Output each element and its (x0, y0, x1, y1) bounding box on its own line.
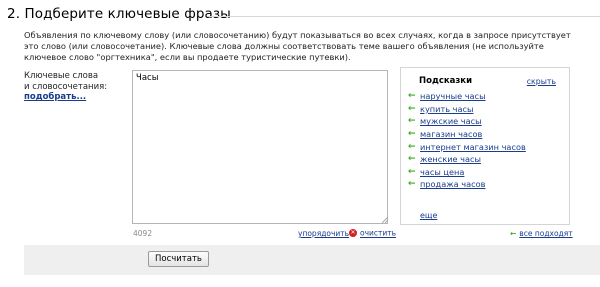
section-divider (207, 16, 600, 17)
hint-item-label[interactable]: купить часы (420, 104, 473, 114)
section-description: Объявления по ключевому слову (или слово… (24, 30, 571, 62)
action-bar (24, 245, 600, 275)
hint-item[interactable]: ← часы цена (408, 166, 526, 179)
hint-item[interactable]: ← мужские часы (408, 115, 526, 128)
clear-keywords-link[interactable]: очистить (360, 229, 396, 238)
hint-item-label[interactable]: мужские часы (420, 116, 482, 126)
hint-item[interactable]: ← купить часы (408, 103, 526, 116)
arrow-left-icon: ← (408, 179, 416, 190)
calculate-button[interactable]: Посчитать (148, 251, 209, 267)
arrow-left-icon: ← (408, 129, 416, 140)
hint-item[interactable]: ← интернет магазин часов (408, 140, 526, 153)
arrow-left-icon: ← (408, 141, 416, 152)
section-header: 2. Подберите ключевые фразы (7, 4, 600, 24)
hint-item-label[interactable]: магазин часов (420, 129, 482, 139)
hints-title: Подсказки (419, 76, 473, 86)
arrow-left-icon: ← (408, 166, 416, 177)
hint-item[interactable]: ← женские часы (408, 153, 526, 166)
hint-item[interactable]: ← магазин часов (408, 128, 526, 141)
clear-keywords-control[interactable]: ✕ очистить (349, 228, 396, 238)
more-hints-link[interactable]: еще (420, 211, 437, 220)
keywords-label: Ключевые слова и словосочетания: подобра… (24, 71, 107, 103)
pick-keywords-link[interactable]: подобрать... (24, 92, 107, 103)
hint-item-label[interactable]: продажа часов (420, 179, 485, 189)
resize-grip-icon[interactable] (382, 217, 388, 223)
chars-remaining-count: 4092 (133, 229, 153, 238)
keywords-label-line1: Ключевые слова (24, 71, 99, 81)
hint-item[interactable]: ← продажа часов (408, 178, 526, 191)
arrow-left-icon: ← (408, 91, 416, 102)
hints-list: ← наручные часы ← купить часы ← мужские час… (408, 90, 526, 191)
close-circle-icon[interactable]: ✕ (349, 229, 357, 237)
hint-item-label[interactable]: наручные часы (420, 91, 486, 101)
arrow-left-icon: ← (408, 154, 416, 165)
hide-hints-link[interactable]: скрыть (527, 77, 556, 86)
hint-item-label[interactable]: женские часы (420, 154, 481, 164)
section-title: 2. Подберите ключевые фразы (7, 6, 231, 22)
hint-item-label[interactable]: интернет магазин часов (420, 142, 526, 152)
arrow-left-icon: ← (408, 116, 416, 127)
keywords-textarea[interactable] (132, 70, 388, 224)
sort-keywords-link[interactable]: упорядочить (298, 229, 349, 238)
keywords-label-line2: и словосочетания: (24, 81, 108, 92)
add-all-hints-link[interactable]: все подходят (519, 229, 572, 238)
arrow-left-icon: ← (510, 229, 517, 238)
hints-panel: Подсказки скрыть ← наручные часы ← купить … (400, 67, 570, 225)
arrow-left-icon: ← (408, 103, 416, 114)
hint-item[interactable]: ← наручные часы (408, 90, 526, 103)
add-all-hints-control[interactable]: ← все подходят (510, 229, 573, 238)
hint-item-label[interactable]: часы цена (420, 167, 464, 177)
